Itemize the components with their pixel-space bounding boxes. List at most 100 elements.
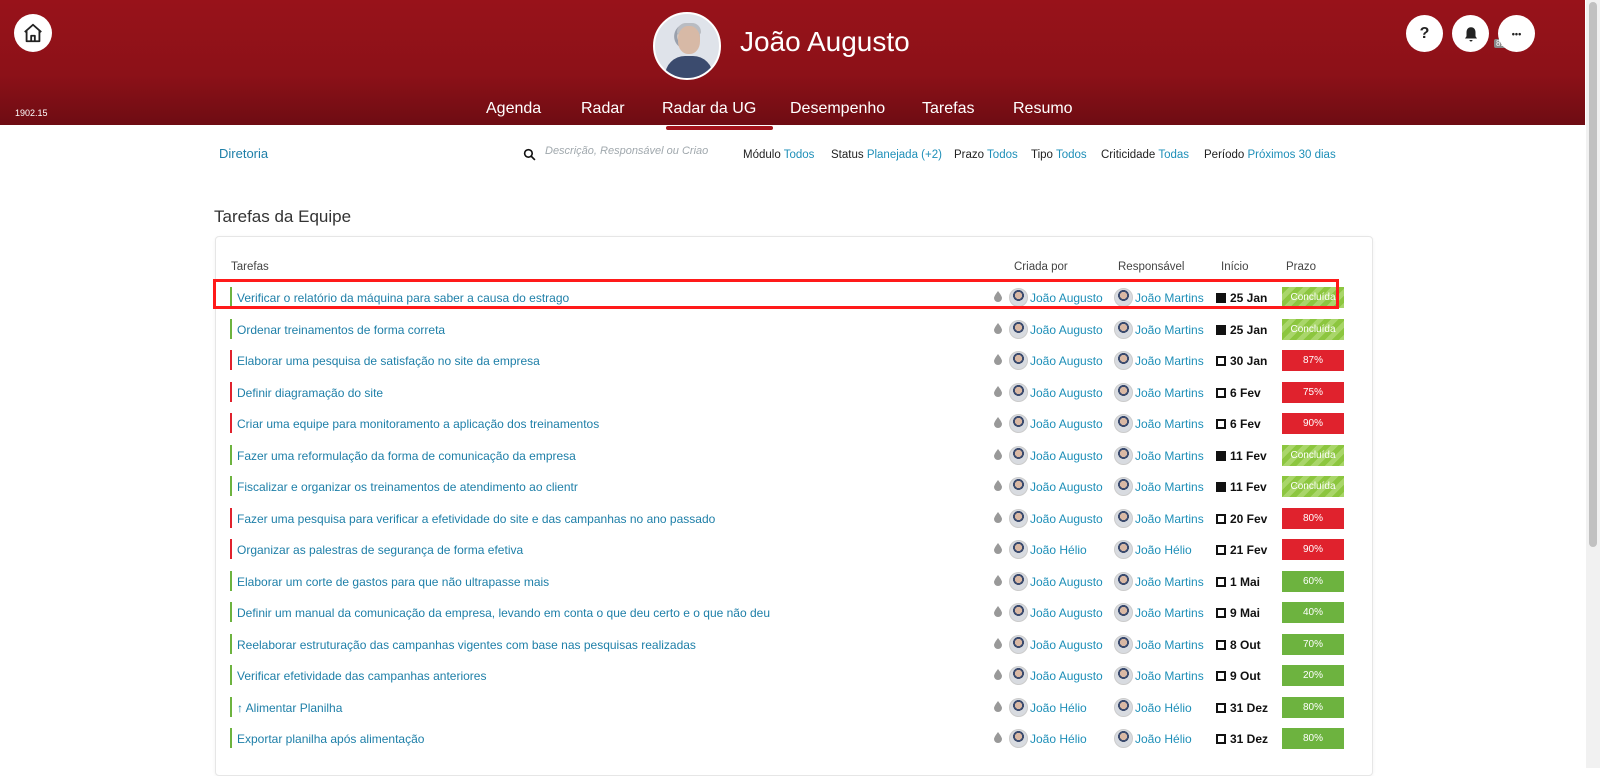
- responsible-link[interactable]: João Martins: [1135, 417, 1204, 431]
- responsible-link[interactable]: João Martins: [1135, 669, 1204, 683]
- status-bar: [230, 570, 232, 591]
- filter-modulo[interactable]: Módulo Todos: [743, 149, 814, 161]
- status-bar: [230, 728, 232, 748]
- notifications-button[interactable]: [1452, 15, 1489, 52]
- created-by-link[interactable]: João Augusto: [1030, 354, 1103, 368]
- scrollbar-thumb[interactable]: [1589, 2, 1597, 547]
- empty-square-icon: [1216, 387, 1226, 398]
- responsible-link[interactable]: João Martins: [1135, 480, 1204, 494]
- table-row[interactable]: Reelaborar estruturação das campanhas vi…: [230, 632, 1360, 656]
- created-by-link[interactable]: João Augusto: [1030, 669, 1103, 683]
- created-by-link[interactable]: João Augusto: [1030, 480, 1103, 494]
- nav-resumo[interactable]: Resumo: [1013, 100, 1073, 118]
- created-by-link[interactable]: João Augusto: [1030, 323, 1103, 337]
- responsible-link[interactable]: João Martins: [1135, 354, 1204, 368]
- created-by-link[interactable]: João Augusto: [1030, 638, 1103, 652]
- task-link[interactable]: Fazer uma reformulação da forma de comun…: [237, 449, 576, 463]
- task-link[interactable]: Criar uma equipe para monitoramento a ap…: [237, 417, 599, 431]
- responsible-link[interactable]: João Martins: [1135, 575, 1204, 589]
- nav-agenda[interactable]: Agenda: [486, 100, 541, 118]
- table-row[interactable]: Fiscalizar e organizar os treinamentos d…: [230, 474, 1360, 498]
- col-header-prazo: Prazo: [1286, 261, 1317, 273]
- created-by-link[interactable]: João Hélio: [1030, 732, 1087, 746]
- responsible-link[interactable]: João Martins: [1135, 606, 1204, 620]
- drop-icon: [994, 385, 1002, 397]
- responsible-link[interactable]: João Hélio: [1135, 732, 1192, 746]
- task-link[interactable]: Exportar planilha após alimentação: [237, 732, 424, 746]
- start-date: 8 Out: [1216, 638, 1261, 652]
- nav-radar-da-ug[interactable]: Radar da UG: [662, 100, 756, 118]
- task-link[interactable]: Organizar as palestras de segurança de f…: [237, 543, 523, 557]
- breadcrumb-diretoria[interactable]: Diretoria: [219, 146, 268, 161]
- task-link[interactable]: Verificar efetividade das campanhas ante…: [237, 669, 486, 683]
- table-row[interactable]: Exportar planilha após alimentação João H…: [230, 726, 1360, 750]
- status-bar: [230, 381, 232, 402]
- responsible-link[interactable]: João Martins: [1135, 512, 1204, 526]
- table-row[interactable]: Definir um manual da comunicação da empr…: [230, 600, 1360, 624]
- avatar: [1114, 508, 1133, 528]
- task-link[interactable]: Ordenar treinamentos de forma correta: [237, 323, 445, 337]
- status-bar: [230, 413, 232, 433]
- created-by-link[interactable]: João Augusto: [1030, 512, 1103, 526]
- table-row[interactable]: Fazer uma pesquisa para verificar a efet…: [230, 506, 1360, 530]
- responsible-link[interactable]: João Martins: [1135, 323, 1204, 337]
- user-avatar[interactable]: [653, 12, 721, 80]
- filter-criticidade[interactable]: Criticidade Todas: [1101, 149, 1189, 161]
- created-by-link[interactable]: João Augusto: [1030, 417, 1103, 431]
- responsible-link[interactable]: João Martins: [1135, 386, 1204, 400]
- task-link[interactable]: ↑ Alimentar Planilha: [237, 701, 342, 715]
- search-input[interactable]: [545, 145, 735, 157]
- filter-prazo[interactable]: Prazo Todos: [954, 149, 1018, 161]
- filter-status[interactable]: Status Planejada (+2): [831, 149, 942, 161]
- created-by-link[interactable]: João Augusto: [1030, 449, 1103, 463]
- nav-radar[interactable]: Radar: [581, 100, 625, 118]
- table-row[interactable]: Definir diagramação do site João Augusto J…: [230, 380, 1360, 404]
- filter-periodo[interactable]: Período Próximos 30 dias: [1204, 149, 1336, 161]
- table-row[interactable]: Organizar as palestras de segurança de f…: [230, 537, 1360, 561]
- responsible-link[interactable]: João Hélio: [1135, 701, 1192, 715]
- filled-square-icon: [1216, 482, 1226, 492]
- nav-tarefas[interactable]: Tarefas: [922, 100, 974, 118]
- created-by-link[interactable]: João Augusto: [1030, 575, 1103, 589]
- status-bar: [230, 602, 232, 622]
- empty-square-icon: [1216, 671, 1226, 681]
- task-link[interactable]: Fiscalizar e organizar os treinamentos d…: [237, 480, 578, 494]
- task-link[interactable]: Elaborar um corte de gastos para que não…: [237, 575, 549, 589]
- start-date: 31 Dez: [1216, 732, 1268, 746]
- responsible-link[interactable]: João Martins: [1135, 638, 1204, 652]
- filter-bar: Diretoria Módulo Todos Status Planejada …: [205, 135, 1373, 190]
- deadline-badge: 90%: [1282, 413, 1344, 434]
- table-row[interactable]: Verificar efetividade das campanhas ante…: [230, 663, 1360, 687]
- table-row[interactable]: Criar uma equipe para monitoramento a ap…: [230, 411, 1360, 435]
- avatar: [1009, 414, 1028, 433]
- table-row[interactable]: Elaborar uma pesquisa de satisfação no s…: [230, 348, 1360, 372]
- table-row[interactable]: Elaborar um corte de gastos para que não…: [230, 569, 1360, 593]
- responsible-link[interactable]: João Martins: [1135, 449, 1204, 463]
- task-link[interactable]: Fazer uma pesquisa para verificar a efet…: [237, 512, 715, 526]
- home-button[interactable]: [14, 14, 52, 52]
- empty-square-icon: [1216, 419, 1226, 429]
- status-bar: [230, 633, 232, 654]
- filled-square-icon: [1216, 450, 1226, 461]
- task-link[interactable]: Reelaborar estruturação das campanhas vi…: [237, 638, 696, 652]
- responsible-link[interactable]: João Hélio: [1135, 543, 1192, 557]
- task-link[interactable]: Definir um manual da comunicação da empr…: [237, 606, 770, 620]
- table-row[interactable]: Fazer uma reformulação da forma de comun…: [230, 443, 1360, 467]
- created-by-link[interactable]: João Augusto: [1030, 606, 1103, 620]
- created-by-link[interactable]: João Hélio: [1030, 543, 1087, 557]
- filter-tipo[interactable]: Tipo Todos: [1031, 149, 1087, 161]
- drop-icon: [994, 669, 1002, 680]
- nav-desempenho[interactable]: Desempenho: [790, 100, 885, 118]
- start-date: 20 Fev: [1216, 512, 1267, 526]
- help-button[interactable]: ?: [1406, 15, 1443, 52]
- created-by-link[interactable]: João Augusto: [1030, 386, 1103, 400]
- more-options-button[interactable]: •••: [1498, 15, 1535, 52]
- created-by-link[interactable]: João Hélio: [1030, 701, 1087, 715]
- table-row[interactable]: ↑ Alimentar Planilha João Hélio João Hélio…: [230, 695, 1360, 719]
- start-date: 30 Jan: [1216, 354, 1267, 368]
- task-link[interactable]: Definir diagramação do site: [237, 386, 383, 400]
- task-link[interactable]: Elaborar uma pesquisa de satisfação no s…: [237, 354, 540, 368]
- table-row[interactable]: Ordenar treinamentos de forma correta Joã…: [230, 317, 1360, 341]
- deadline-badge: 60%: [1282, 570, 1344, 592]
- drop-icon: [994, 700, 1002, 712]
